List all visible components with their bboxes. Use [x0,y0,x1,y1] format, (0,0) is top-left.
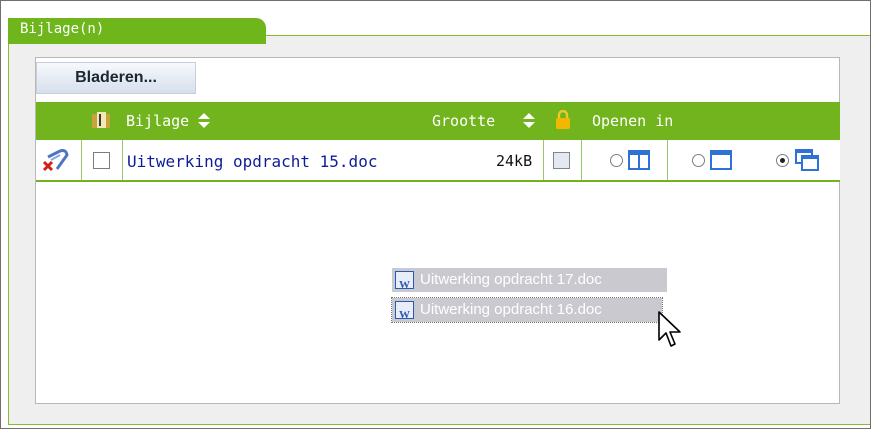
attachments-tab[interactable]: Bijlage(n) [8,18,266,44]
tab-label: Bijlage(n) [20,21,105,37]
table-header: Bijlage Grootte Openen in [36,102,840,140]
column-divider [543,140,544,180]
open-in-new-window-radio[interactable] [776,154,789,167]
drag-ghost-item: W Uitwerking opdracht 16.doc [391,297,663,323]
header-open-in: Openen in [592,112,674,130]
drag-item-label: Uitwerking opdracht 16.doc [420,301,602,318]
drag-ghost-item: W Uitwerking opdracht 17.doc [392,268,667,292]
lock-checkbox[interactable] [553,152,570,169]
column-divider [581,140,582,180]
attachment-size: 24kB [496,152,533,170]
split-pane-icon [628,150,650,170]
remove-attachment-icon[interactable] [42,149,72,173]
word-document-icon: W [395,301,414,321]
new-window-icon [795,149,819,171]
column-divider [667,140,668,180]
browse-button[interactable]: Bladeren... [36,62,196,94]
word-document-icon: W [395,271,414,291]
mouse-cursor-icon [658,311,681,347]
same-window-icon [710,150,732,170]
attachment-folder-icon [92,112,110,128]
sort-size-icon[interactable] [523,113,535,129]
header-size[interactable]: Grootte [432,112,495,130]
column-divider [81,140,82,180]
row-select-checkbox[interactable] [93,152,110,169]
drag-item-label: Uitwerking opdracht 17.doc [420,271,602,288]
column-divider [122,140,123,180]
table-row: Uitwerking opdracht 15.doc 24kB [36,140,840,182]
sort-name-icon[interactable] [198,113,210,129]
open-in-split-radio[interactable] [610,154,623,167]
lock-icon [556,110,570,129]
open-in-same-window-radio[interactable] [692,154,705,167]
header-name[interactable]: Bijlage [126,112,189,130]
attachment-link[interactable]: Uitwerking opdracht 15.doc [127,152,377,171]
